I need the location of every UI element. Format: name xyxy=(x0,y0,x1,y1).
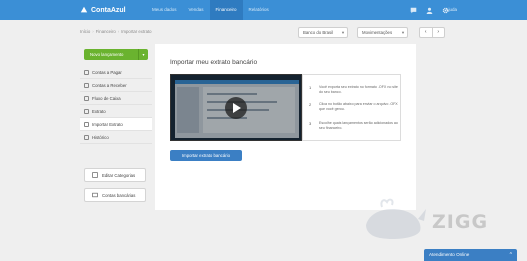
sidebar-item-contas-a-receber[interactable]: Contas a Receber xyxy=(80,79,152,92)
sidebar-item-contas-a-pagar[interactable]: Contas a Pagar xyxy=(80,66,152,79)
sidebar-item-extrato[interactable]: Extrato xyxy=(80,105,152,118)
import-statement-panel: Importar meu extrato bancário 1 Você exp… xyxy=(155,44,416,210)
tutorial-video[interactable] xyxy=(170,74,302,141)
bank-icon xyxy=(92,192,98,198)
category-icon xyxy=(92,172,98,178)
breadcrumb-separator: › xyxy=(92,29,94,34)
import-statement-button[interactable]: Importar extrato bancário xyxy=(170,150,242,161)
help-link[interactable]: Ajuda xyxy=(445,0,457,20)
step-text: Clica no botão abaixo para enviar o arqu… xyxy=(319,102,398,111)
bank-accounts-button[interactable]: Contas bancárias xyxy=(84,188,146,202)
breadcrumb-item-financeiro[interactable]: Financeiro xyxy=(96,29,116,34)
step-number: 1 xyxy=(309,85,312,90)
new-entry-button-label: Novo lançamento xyxy=(90,52,124,57)
nav-item-financeiro[interactable]: Financeiro xyxy=(209,0,243,20)
chevron-down-icon[interactable]: ▾ xyxy=(138,49,148,60)
new-entry-button[interactable]: Novo lançamento ▾ xyxy=(84,49,148,60)
step-text: Você exporta seu extrato no formato .OFX… xyxy=(319,85,398,94)
nav-item-meus-dados[interactable]: Meus dados xyxy=(146,0,183,20)
nav-item-vendas[interactable]: Vendas xyxy=(183,0,210,20)
breadcrumb-item-current: Importar extrato xyxy=(121,29,152,34)
instructions-box: 1 Você exporta seu extrato no formato .O… xyxy=(302,74,401,141)
step-text: Escolhe quais lançamentos serão adiciona… xyxy=(319,121,398,130)
user-icon[interactable] xyxy=(426,7,433,14)
sidebar-item-label: Extrato xyxy=(92,108,106,114)
account-select[interactable]: Movimentações ▾ xyxy=(357,27,408,38)
chevron-up-icon: ^ xyxy=(509,252,512,258)
messages-icon[interactable] xyxy=(410,7,417,14)
top-navigation-bar: ContaAzul Meus dados Vendas Financeiro R… xyxy=(0,0,527,20)
import-icon xyxy=(84,121,89,127)
receivable-icon xyxy=(84,82,89,88)
sidebar-menu: Contas a Pagar Contas a Receber Fluxo de… xyxy=(80,66,152,144)
main-nav: Meus dados Vendas Financeiro Relatórios xyxy=(146,0,275,20)
step-number: 2 xyxy=(309,102,312,107)
breadcrumb-separator: › xyxy=(117,29,120,34)
bank-select[interactable]: Banco do Brasil ▾ xyxy=(298,27,348,38)
chevron-down-icon: ▾ xyxy=(341,30,344,35)
previous-icon[interactable]: ‹ xyxy=(420,28,433,37)
chat-label: Atendimento Online xyxy=(429,252,470,257)
nav-item-relatorios[interactable]: Relatórios xyxy=(243,0,275,20)
edit-categories-label: Editar Categorias xyxy=(102,172,136,178)
edit-categories-button[interactable]: Editar Categorias xyxy=(84,168,146,182)
play-icon[interactable] xyxy=(225,97,247,119)
sidebar-item-label: Contas a Receber xyxy=(92,82,127,88)
contaazul-logo-icon xyxy=(80,6,88,13)
sidebar-item-label: Histórico xyxy=(92,134,109,140)
brand-name: ContaAzul xyxy=(91,6,126,14)
next-icon[interactable]: › xyxy=(433,28,445,37)
chevron-down-icon: ▾ xyxy=(401,30,404,35)
sidebar-item-label: Importar Extrato xyxy=(92,121,123,127)
breadcrumb-item-inicio[interactable]: Início xyxy=(80,29,90,34)
sidebar-item-importar-extrato[interactable]: Importar Extrato xyxy=(80,118,152,131)
online-support-chat-button[interactable]: Atendimento Online ^ xyxy=(424,249,517,261)
top-icons-group xyxy=(410,0,449,20)
step-number: 3 xyxy=(309,121,312,126)
statement-icon xyxy=(84,108,89,114)
sidebar-item-historico[interactable]: Histórico xyxy=(80,131,152,144)
bank-select-value: Banco do Brasil xyxy=(303,30,334,35)
pager: ‹ › xyxy=(419,27,445,38)
sidebar-item-fluxo-de-caixa[interactable]: Fluxo de Caixa xyxy=(80,92,152,105)
sidebar-item-label: Fluxo de Caixa xyxy=(92,95,121,101)
page-title: Importar meu extrato bancário xyxy=(170,59,258,66)
payable-icon xyxy=(84,69,89,75)
breadcrumb: Início › Financeiro › Importar extrato xyxy=(80,29,152,34)
history-icon xyxy=(84,134,89,140)
sidebar-item-label: Contas a Pagar xyxy=(92,69,122,75)
bank-accounts-label: Contas bancárias xyxy=(102,192,136,198)
cash-flow-icon xyxy=(84,95,89,101)
whale-watermark-icon xyxy=(366,198,426,239)
watermark-text: ZIGG xyxy=(432,211,489,233)
brand-logo[interactable]: ContaAzul xyxy=(80,4,126,16)
account-select-value: Movimentações xyxy=(362,30,393,35)
